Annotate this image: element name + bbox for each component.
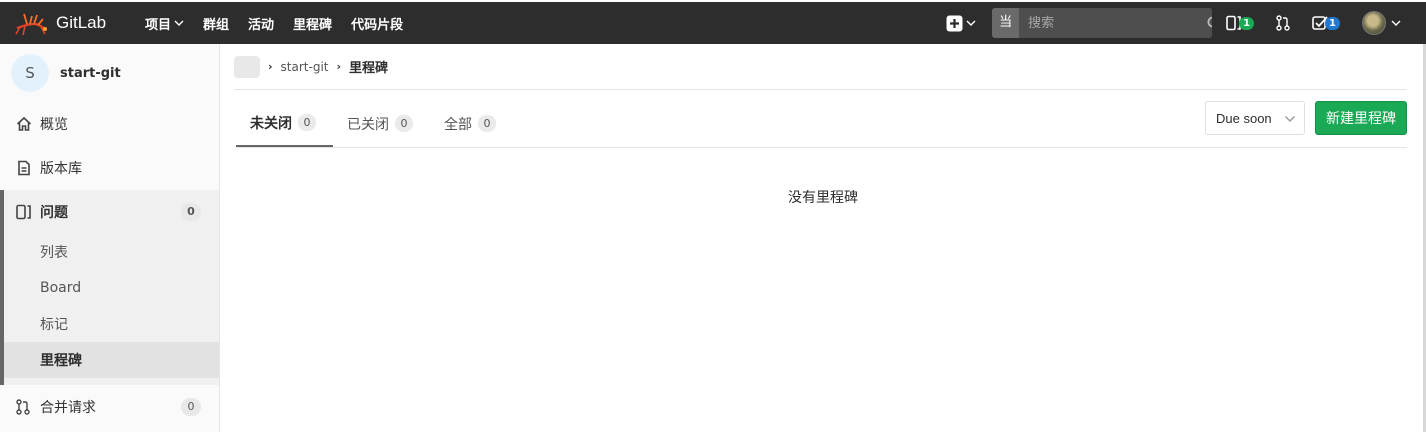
sidebar-item-repository[interactable]: 版本库 [0,146,219,190]
navbar-right: 当前项目 1 1 [946,2,1426,44]
user-avatar [1362,11,1386,35]
search-icon[interactable] [1207,8,1213,38]
nav-activity[interactable]: 活动 [248,14,274,33]
top-navbar: GitLab 项目 群组 活动 里程碑 代码片段 当前项目 [0,0,1426,44]
brand-name: GitLab [56,13,107,32]
gitlab-home-link[interactable]: GitLab [14,7,138,39]
empty-state-message: 没有里程碑 [788,190,858,206]
new-milestone-button[interactable]: 新建里程碑 [1315,101,1407,135]
nav-milestones[interactable]: 里程碑 [293,14,332,33]
issues-icon [16,204,33,221]
breadcrumb-separator-icon: › [268,60,273,73]
tab-label: 未关闭 [250,115,292,132]
chevron-down-icon [1391,20,1401,26]
tab-all[interactable]: 全部 0 [444,100,496,147]
namespace-avatar[interactable] [234,55,260,78]
gitlab-logo-icon [15,13,47,36]
sidebar-subitem-board[interactable]: Board [4,270,219,306]
merge-requests-nav-button[interactable] [1276,15,1290,31]
document-icon [16,160,33,177]
sidebar-item-label: 合并请求 [40,400,96,416]
new-dropdown-button[interactable] [946,15,976,32]
home-icon [16,116,33,133]
issues-count-badge: 0 [181,203,201,221]
breadcrumb-project[interactable]: start-git [281,60,329,74]
breadcrumb-current[interactable]: 里程碑 [349,57,388,76]
sidebar-subitem-labels[interactable]: 标记 [4,306,219,342]
merge-request-icon [1276,15,1290,31]
todos-nav-button[interactable]: 1 [1312,15,1340,31]
project-avatar: S [11,54,49,92]
todos-count-badge: 1 [1325,16,1340,30]
nav-projects[interactable]: 项目 [145,14,184,33]
tab-count-badge: 0 [395,115,413,132]
sidebar-project-header[interactable]: S start-git [0,44,219,102]
nav-projects-label: 项目 [145,17,172,33]
user-menu-dropdown[interactable] [1362,11,1401,35]
sidebar-item-label: 版本库 [40,161,82,177]
chevron-down-icon [966,20,976,26]
tab-opened[interactable]: 未关闭 0 [236,100,333,147]
merge-request-icon [16,399,33,416]
tab-count-badge: 0 [478,115,496,132]
plus-square-icon [946,15,963,31]
sort-dropdown[interactable]: Due soon [1205,101,1305,135]
sidebar-item-merge-requests[interactable]: 合并请求 0 [0,385,219,429]
sidebar-item-label: 问题 [40,205,68,221]
issues-count-badge: 1 [1239,16,1255,30]
main-nav: 项目 群组 活动 里程碑 代码片段 [145,14,422,33]
tab-closed[interactable]: 已关闭 0 [347,100,413,147]
main-content: › start-git › 里程碑 未关闭 0 已关闭 0 全部 0 Due s… [220,44,1426,432]
sidebar-item-label: 概览 [40,117,68,133]
sort-dropdown-label: Due soon [1216,110,1272,126]
sidebar-subitem-list[interactable]: 列表 [4,234,219,270]
tab-label: 全部 [444,116,472,133]
chevron-down-icon [174,20,184,26]
nav-snippets[interactable]: 代码片段 [351,14,403,33]
tab-count-badge: 0 [298,114,316,131]
nav-groups[interactable]: 群组 [203,14,229,33]
search-box: 当前项目 [992,8,1213,38]
breadcrumb-separator-icon: › [336,60,342,73]
search-input[interactable] [1019,8,1208,38]
breadcrumb: › start-git › 里程碑 [234,44,1407,90]
issues-nav-button[interactable]: 1 [1226,15,1255,31]
sidebar-item-overview[interactable]: 概览 [0,102,219,146]
project-sidebar: S start-git 概览 版本库 问题 0 列表 Board 标记 里程碑 … [0,44,220,432]
chevron-down-icon [1285,116,1295,122]
search-scope-badge[interactable]: 当前项目 [992,8,1020,38]
merge-requests-count-badge: 0 [181,398,201,416]
sidebar-issues-group: 问题 0 列表 Board 标记 里程碑 [0,190,219,385]
sidebar-item-issues[interactable]: 问题 0 [4,190,219,234]
tab-label: 已关闭 [347,116,389,133]
sidebar-subitem-milestones[interactable]: 里程碑 [4,342,219,378]
project-name: start-git [60,65,121,81]
